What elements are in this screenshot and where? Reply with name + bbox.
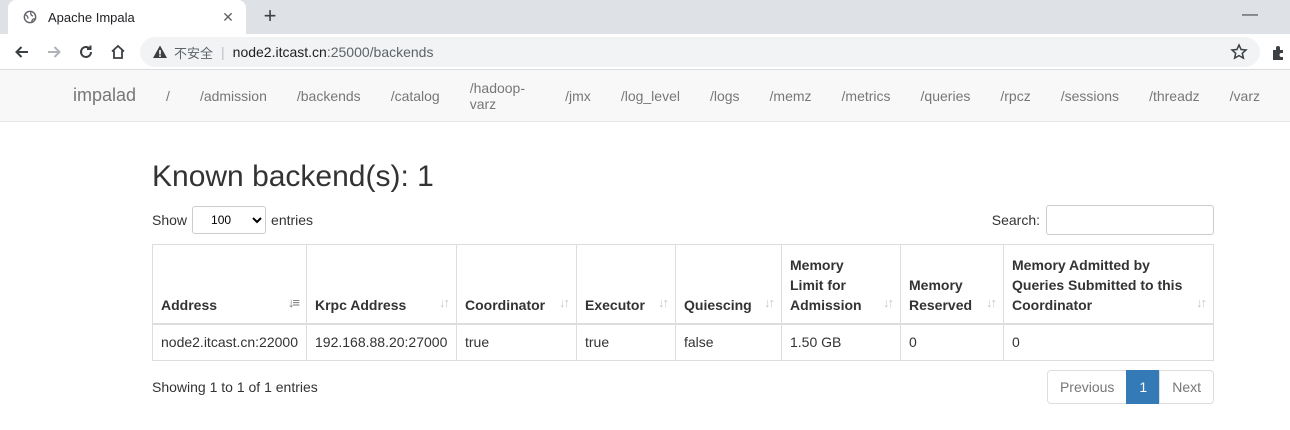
nav-link-sessions[interactable]: /sessions xyxy=(1061,88,1119,104)
close-icon[interactable]: ✕ xyxy=(220,9,236,26)
back-icon[interactable] xyxy=(6,36,38,68)
insecure-label: 不安全 xyxy=(174,45,214,61)
page-title: Known backend(s): 1 xyxy=(152,160,434,193)
column-header-memory-limit[interactable]: Memory Limit for Admission ↓↑ xyxy=(781,244,901,325)
nav-link-hadoop-varz[interactable]: /hadoop-varz xyxy=(470,80,535,112)
page-length-control: Show 100 entries xyxy=(152,206,313,234)
search-control: Search: xyxy=(992,205,1214,235)
cell-executor: true xyxy=(576,323,676,361)
nav-link-logs[interactable]: /logs xyxy=(710,88,740,104)
header-label: Quiescing xyxy=(684,296,752,313)
nav-link-backends[interactable]: /backends xyxy=(297,88,361,104)
cell-quiescing: false xyxy=(675,323,782,361)
reload-icon[interactable] xyxy=(70,36,102,68)
cell-memory-reserved: 0 xyxy=(900,323,1004,361)
nav-link-varz[interactable]: /varz xyxy=(1230,88,1260,104)
brand-link[interactable]: impalad xyxy=(73,85,136,106)
header-label: Memory Reserved xyxy=(909,276,973,313)
entries-label: entries xyxy=(271,212,314,228)
header-label: Address xyxy=(161,296,218,313)
forward-icon[interactable] xyxy=(38,36,70,68)
nav-link-metrics[interactable]: /metrics xyxy=(842,88,891,104)
home-icon[interactable] xyxy=(102,36,134,68)
nav-link-memz[interactable]: /memz xyxy=(770,88,812,104)
search-input[interactable] xyxy=(1046,205,1214,235)
search-label: Search: xyxy=(991,212,1040,228)
table-footer: Showing 1 to 1 of 1 entries Previous 1 N… xyxy=(152,370,1214,404)
next-button[interactable]: Next xyxy=(1159,370,1214,404)
nav-link-catalog[interactable]: /catalog xyxy=(391,88,440,104)
browser-tabstrip: Apache Impala ✕ + — xyxy=(0,0,1290,34)
warning-icon xyxy=(153,45,167,58)
separator: | xyxy=(221,44,225,60)
column-header-coordinator[interactable]: Coordinator ↓↑ xyxy=(456,244,577,325)
table-info: Showing 1 to 1 of 1 entries xyxy=(152,379,318,395)
browser-tab[interactable]: Apache Impala ✕ xyxy=(8,0,246,34)
bookmark-star-icon[interactable] xyxy=(1230,43,1248,61)
table-controls: Show 100 entries Search: xyxy=(152,204,1214,236)
sort-icon: ↓↑ xyxy=(986,294,997,310)
url-path: :25000/backends xyxy=(326,44,434,60)
nav-link-root[interactable]: / xyxy=(166,88,170,104)
column-header-krpc-address[interactable]: Krpc Address ↓↑ xyxy=(306,244,457,325)
header-label: Memory Limit for Admission xyxy=(790,256,862,313)
nav-link-admission[interactable]: /admission xyxy=(200,88,267,104)
nav-link-queries[interactable]: /queries xyxy=(921,88,971,104)
sort-icon: ↓↑ xyxy=(883,294,894,310)
cell-memory-limit: 1.50 GB xyxy=(781,323,901,361)
tab-title: Apache Impala xyxy=(48,9,135,25)
cell-coordinator: true xyxy=(456,323,577,361)
url-text: node2.itcast.cn:25000/backends xyxy=(233,44,434,60)
globe-icon xyxy=(22,9,38,25)
header-label: Krpc Address xyxy=(315,296,407,313)
minimize-icon[interactable]: — xyxy=(1242,6,1258,24)
table-header-row: Address ↓≡ Krpc Address ↓↑ Coordinator ↓↑ E… xyxy=(152,244,1214,325)
page-length-select[interactable]: 100 xyxy=(192,206,267,234)
sort-icon: ↓↑ xyxy=(658,294,669,310)
column-header-quiescing[interactable]: Quiescing ↓↑ xyxy=(675,244,782,325)
backends-table: Address ↓≡ Krpc Address ↓↑ Coordinator ↓↑ E… xyxy=(152,244,1214,361)
extensions-icon[interactable] xyxy=(1270,43,1288,61)
column-header-address[interactable]: Address ↓≡ xyxy=(152,244,307,325)
nav-link-jmx[interactable]: /jmx xyxy=(565,88,591,104)
pagination: Previous 1 Next xyxy=(1046,370,1214,404)
cell-krpc-address: 192.168.88.20:27000 xyxy=(306,323,457,361)
nav-link-log-level[interactable]: /log_level xyxy=(621,88,680,104)
sort-icon: ↓↑ xyxy=(439,294,450,310)
sort-desc-icon: ↓≡ xyxy=(287,294,300,310)
new-tab-icon[interactable]: + xyxy=(258,5,282,29)
previous-button[interactable]: Previous xyxy=(1046,370,1128,404)
table-row: node2.itcast.cn:22000 192.168.88.20:2700… xyxy=(152,323,1214,361)
column-header-memory-reserved[interactable]: Memory Reserved ↓↑ xyxy=(900,244,1004,325)
site-navbar: impalad / /admission /backends /catalog … xyxy=(0,70,1290,122)
header-label: Coordinator xyxy=(465,296,546,313)
address-bar[interactable]: 不安全 | node2.itcast.cn:25000/backends xyxy=(140,37,1260,67)
main-content: Known backend(s): 1 Show 100 entries Sea… xyxy=(152,160,1214,404)
sort-icon: ↓↑ xyxy=(764,294,775,310)
nav-link-rpcz[interactable]: /rpcz xyxy=(1000,88,1030,104)
column-header-memory-admitted[interactable]: Memory Admitted by Queries Submitted to … xyxy=(1003,244,1214,325)
cell-memory-admitted: 0 xyxy=(1003,323,1214,361)
page-1-button[interactable]: 1 xyxy=(1126,370,1161,404)
url-host: node2.itcast.cn xyxy=(232,44,327,60)
show-label: Show xyxy=(152,212,188,228)
cell-address: node2.itcast.cn:22000 xyxy=(152,323,307,361)
browser-toolbar: 不安全 | node2.itcast.cn:25000/backends xyxy=(0,34,1290,70)
column-header-executor[interactable]: Executor ↓↑ xyxy=(576,244,676,325)
nav-link-threadz[interactable]: /threadz xyxy=(1149,88,1200,104)
header-label: Executor xyxy=(585,296,645,313)
sort-icon: ↓↑ xyxy=(1196,294,1207,310)
sort-icon: ↓↑ xyxy=(559,294,570,310)
header-label: Memory Admitted by Queries Submitted to … xyxy=(1012,256,1183,313)
